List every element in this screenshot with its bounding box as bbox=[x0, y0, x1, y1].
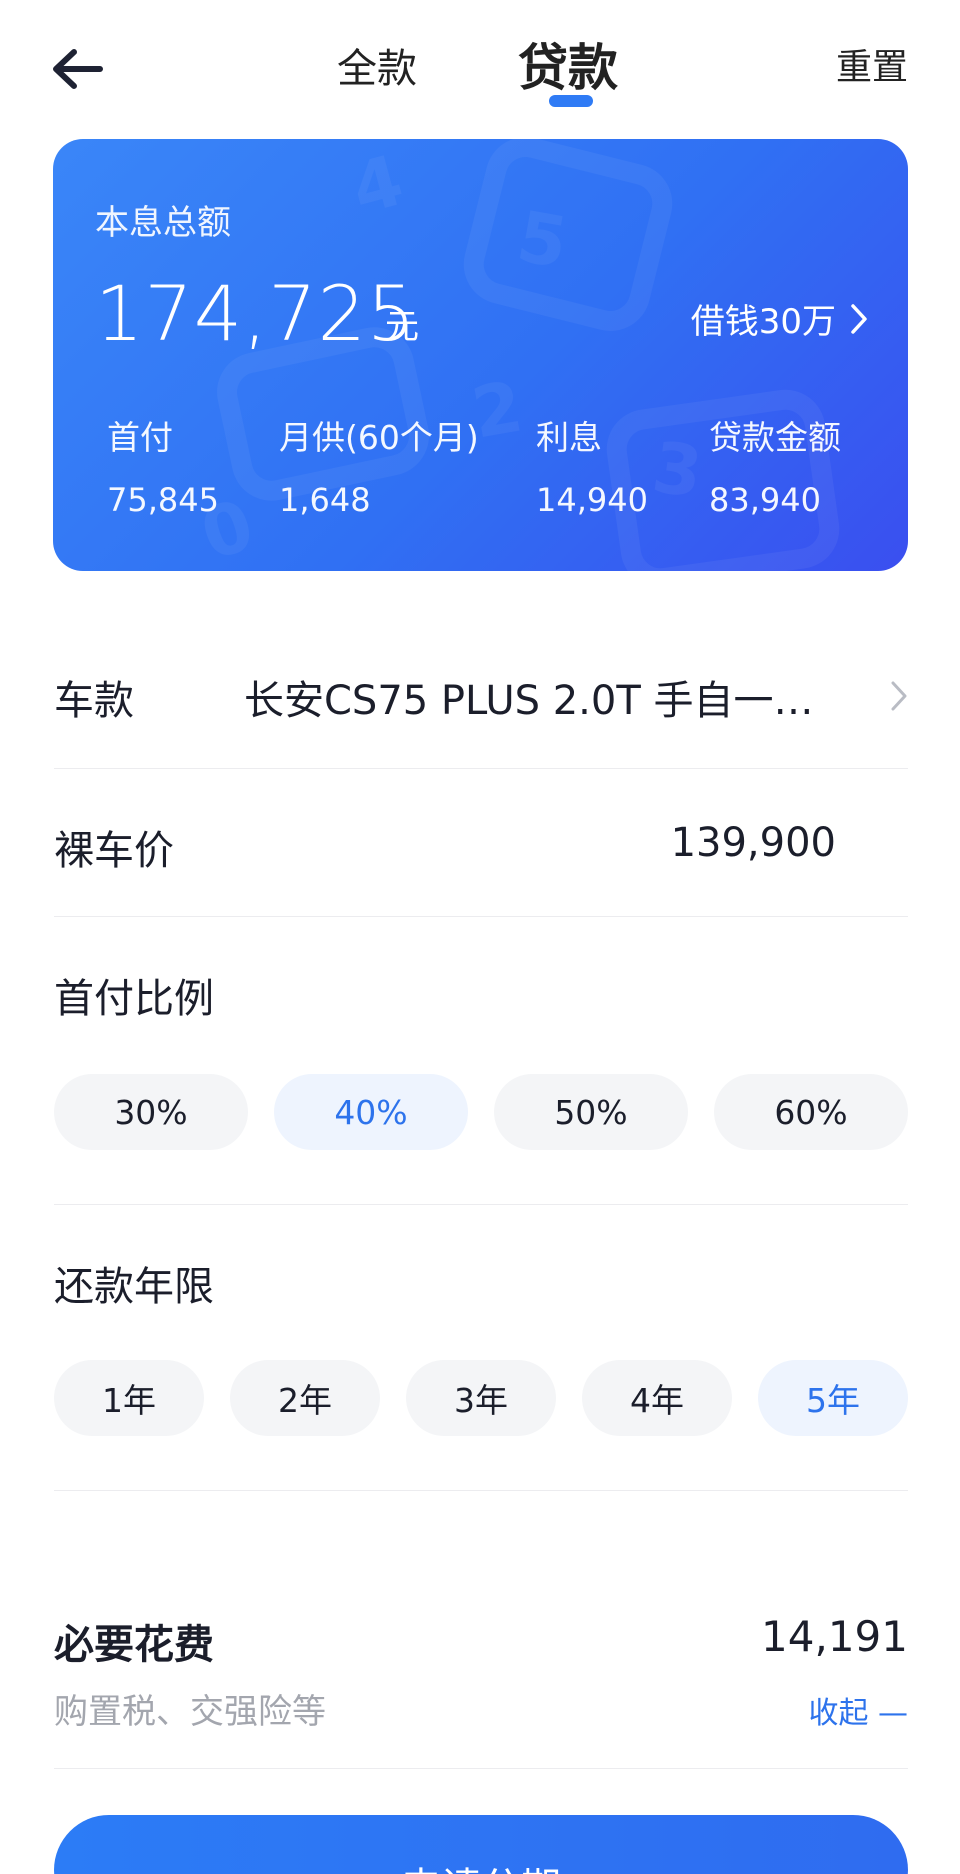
tab-full-payment[interactable]: 全款 bbox=[337, 36, 417, 94]
car-model-label: 车款 bbox=[54, 678, 134, 724]
stat-label: 首付 bbox=[107, 418, 173, 457]
down-payment-title: 首付比例 bbox=[54, 976, 214, 1022]
stat-label: 利息 bbox=[536, 418, 602, 457]
borrow-link[interactable]: 借钱30万 bbox=[691, 294, 868, 343]
divider bbox=[54, 1490, 908, 1491]
collapse-button[interactable]: 收起 — bbox=[808, 1688, 908, 1732]
down-payment-option-30[interactable]: 30% bbox=[54, 1074, 248, 1150]
total-unit: 元 bbox=[385, 307, 419, 347]
loan-summary-card: 4 5 2 3 0 本息总额 174,725 元 借钱30万 首付 75,845… bbox=[53, 139, 908, 571]
apply-installment-button[interactable]: 申请分期 bbox=[54, 1815, 908, 1874]
active-tab-indicator bbox=[549, 95, 593, 107]
down-payment-options: 30% 40% 50% 60% bbox=[54, 1074, 908, 1150]
term-option-1[interactable]: 1年 bbox=[54, 1360, 204, 1436]
reset-button[interactable]: 重置 bbox=[836, 38, 908, 90]
chevron-right-icon bbox=[891, 681, 907, 711]
down-payment-option-40[interactable]: 40% bbox=[274, 1074, 468, 1150]
top-nav-bar: 全款 贷款 重置 bbox=[0, 0, 960, 120]
repayment-term-title: 还款年限 bbox=[54, 1264, 214, 1310]
bare-price-row: 裸车价 139,900 bbox=[54, 818, 908, 878]
bare-price-label: 裸车价 bbox=[54, 828, 174, 874]
required-fees-amount: 14,191 bbox=[761, 1612, 908, 1661]
required-fees-title: 必要花费 bbox=[54, 1622, 214, 1668]
car-model-row[interactable]: 车款 长安CS75 PLUS 2.0T 手自一… bbox=[54, 668, 908, 738]
stat-label: 贷款金额 bbox=[709, 418, 841, 457]
car-model-value: 长安CS75 PLUS 2.0T 手自一… bbox=[244, 678, 814, 724]
stat-interest: 利息 14,940 bbox=[536, 411, 648, 519]
stat-value: 1,648 bbox=[279, 481, 371, 519]
stat-value: 75,845 bbox=[107, 481, 219, 519]
borrow-link-label: 借钱30万 bbox=[690, 302, 836, 342]
term-option-2[interactable]: 2年 bbox=[230, 1360, 380, 1436]
stat-loan-amount: 贷款金额 83,940 bbox=[709, 411, 841, 519]
divider bbox=[54, 1768, 908, 1769]
stat-label: 月供(60个月) bbox=[279, 418, 479, 457]
repayment-term-options: 1年 2年 3年 4年 5年 bbox=[54, 1360, 908, 1436]
down-payment-option-60[interactable]: 60% bbox=[714, 1074, 908, 1150]
divider bbox=[54, 916, 908, 917]
term-option-5[interactable]: 5年 bbox=[758, 1360, 908, 1436]
stat-monthly-payment: 月供(60个月) 1,648 bbox=[279, 411, 479, 519]
back-button[interactable] bbox=[50, 44, 110, 100]
total-amount: 174,725 bbox=[95, 269, 417, 358]
down-payment-option-50[interactable]: 50% bbox=[494, 1074, 688, 1150]
tab-loan[interactable]: 贷款 bbox=[518, 28, 618, 100]
bare-price-value: 139,900 bbox=[670, 820, 836, 866]
stat-value: 14,940 bbox=[536, 481, 648, 519]
chevron-right-icon bbox=[851, 303, 867, 334]
term-option-4[interactable]: 4年 bbox=[582, 1360, 732, 1436]
required-fees-subtitle: 购置税、交强险等 bbox=[54, 1692, 326, 1732]
card-decoration: 4 bbox=[343, 139, 412, 231]
card-decoration bbox=[455, 139, 681, 340]
divider bbox=[54, 768, 908, 769]
term-option-3[interactable]: 3年 bbox=[406, 1360, 556, 1436]
total-label: 本息总额 bbox=[95, 203, 231, 243]
stat-value: 83,940 bbox=[709, 481, 821, 519]
stat-down-payment: 首付 75,845 bbox=[107, 411, 219, 519]
arrow-left-icon bbox=[53, 49, 103, 89]
divider bbox=[54, 1204, 908, 1205]
